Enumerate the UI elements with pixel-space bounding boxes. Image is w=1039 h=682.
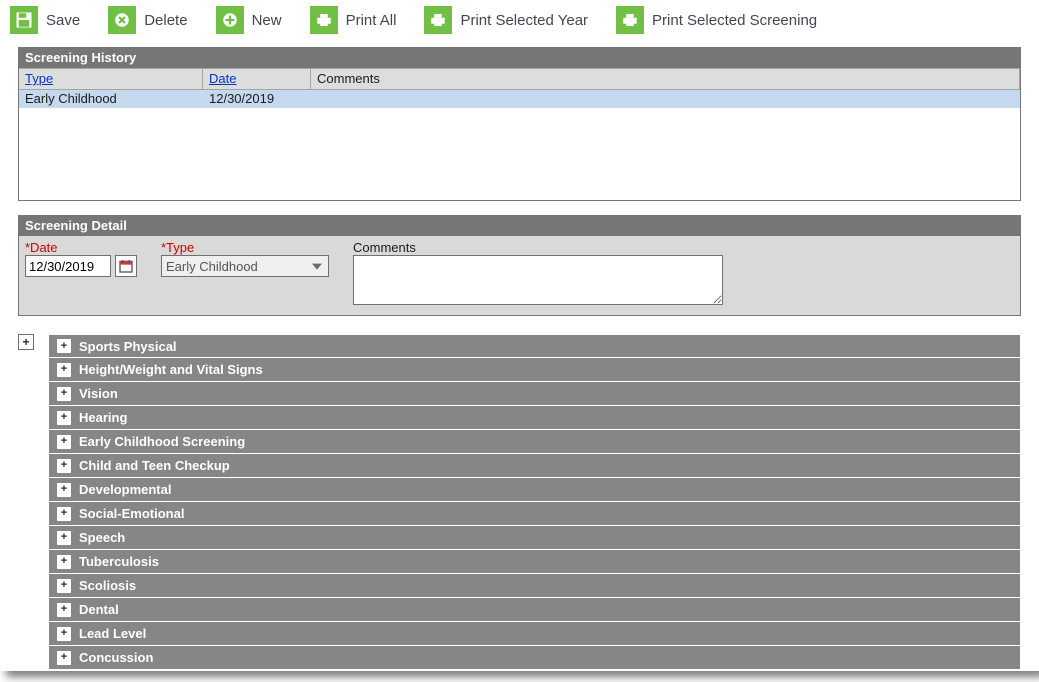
new-button[interactable]: New [216, 6, 282, 34]
delete-label: Delete [144, 12, 187, 29]
date-field: *Date [25, 240, 137, 277]
date-row [25, 255, 137, 277]
accordion-label: Child and Teen Checkup [79, 458, 230, 473]
type-select[interactable]: Early Childhood [161, 255, 329, 277]
expand-all-button[interactable]: + [18, 334, 34, 350]
expand-icon: + [57, 507, 71, 521]
accordion-label: Lead Level [79, 626, 146, 641]
type-select-value: Early Childhood [166, 259, 258, 274]
expand-icon: + [57, 435, 71, 449]
type-label: *Type [161, 240, 329, 255]
comments-field: Comments [353, 240, 723, 305]
save-button[interactable]: Save [10, 6, 80, 34]
history-header-row: Type Date Comments [19, 68, 1020, 90]
accordion-item[interactable]: + Sports Physical [48, 334, 1021, 358]
expand-icon: + [57, 651, 71, 665]
accordion-item[interactable]: + Early Childhood Screening [48, 430, 1021, 454]
detail-body: *Date *Type Early Childhood Commen [19, 236, 1020, 315]
accordion-item[interactable]: + Developmental [48, 478, 1021, 502]
comments-label: Comments [353, 240, 723, 255]
accordion-item[interactable]: + Tuberculosis [48, 550, 1021, 574]
expand-icon: + [57, 579, 71, 593]
accordion-label: Sports Physical [79, 339, 177, 354]
accordion-item[interactable]: + Lead Level [48, 622, 1021, 646]
accordion-label: Height/Weight and Vital Signs [79, 362, 263, 377]
accordion-item[interactable]: + Speech [48, 526, 1021, 550]
screenings-page: Save Delete New Print All Print Selected… [0, 0, 1039, 671]
print-selected-screening-button[interactable]: Print Selected Screening [616, 6, 817, 34]
screening-history-title: Screening History [19, 48, 1020, 68]
type-field: *Type Early Childhood [161, 240, 329, 277]
expand-icon: + [57, 459, 71, 473]
expand-icon: + [57, 603, 71, 617]
history-row[interactable]: Early Childhood 12/30/2019 [19, 90, 1020, 108]
screening-detail-section: Screening Detail *Date *Type Early Child… [18, 215, 1021, 316]
accordion-item[interactable]: + Dental [48, 598, 1021, 622]
accordion-label: Tuberculosis [79, 554, 159, 569]
expand-icon: + [57, 627, 71, 641]
expand-icon: + [57, 555, 71, 569]
history-cell-date: 12/30/2019 [203, 90, 311, 108]
expand-icon: + [57, 531, 71, 545]
accordion-item[interactable]: + Concussion [48, 646, 1021, 670]
history-header-type[interactable]: Type [19, 69, 203, 89]
accordion-item[interactable]: + Hearing [48, 406, 1021, 430]
accordion-label: Early Childhood Screening [79, 434, 245, 449]
accordion-label: Speech [79, 530, 125, 545]
print-all-label: Print All [346, 12, 397, 29]
expand-icon: + [57, 483, 71, 497]
accordion-item[interactable]: + Scoliosis [48, 574, 1021, 598]
printer-icon [310, 6, 338, 34]
accordion-label: Hearing [79, 410, 127, 425]
screening-history-section: Screening History Type Date Comments Ear… [18, 47, 1021, 201]
history-header-date[interactable]: Date [203, 69, 311, 89]
date-label: *Date [25, 240, 137, 255]
expand-icon: + [57, 387, 71, 401]
accordion-list: + Sports Physical + Height/Weight and Vital… [48, 334, 1021, 670]
accordion-left-gutter: + [18, 334, 38, 670]
history-header-comments[interactable]: Comments [311, 69, 1020, 89]
accordion-item[interactable]: + Height/Weight and Vital Signs [48, 358, 1021, 382]
print-screening-label: Print Selected Screening [652, 12, 817, 29]
delete-button[interactable]: Delete [108, 6, 187, 34]
accordion-item[interactable]: + Child and Teen Checkup [48, 454, 1021, 478]
printer-icon [616, 6, 644, 34]
print-selected-year-button[interactable]: Print Selected Year [424, 6, 588, 34]
accordion-label: Dental [79, 602, 119, 617]
print-all-button[interactable]: Print All [310, 6, 397, 34]
printer-icon [424, 6, 452, 34]
new-label: New [252, 12, 282, 29]
calendar-icon[interactable] [115, 255, 137, 277]
accordion-area: + + Sports Physical + Height/Weight and Vit… [18, 334, 1021, 670]
content-area: Screening History Type Date Comments Ear… [0, 47, 1039, 682]
accordion-item[interactable]: + Social-Emotional [48, 502, 1021, 526]
save-label: Save [46, 12, 80, 29]
delete-icon [108, 6, 136, 34]
toolbar: Save Delete New Print All Print Selected… [0, 0, 1039, 43]
history-cell-type: Early Childhood [19, 90, 203, 108]
accordion-label: Vision [79, 386, 118, 401]
expand-icon: + [57, 339, 71, 353]
print-year-label: Print Selected Year [460, 12, 588, 29]
accordion-label: Scoliosis [79, 578, 136, 593]
history-body[interactable]: Early Childhood 12/30/2019 [19, 90, 1020, 200]
save-icon [10, 6, 38, 34]
date-input[interactable] [25, 255, 111, 277]
plus-circle-icon [216, 6, 244, 34]
expand-icon: + [57, 411, 71, 425]
history-cell-comments [311, 90, 1020, 108]
accordion-label: Concussion [79, 650, 153, 665]
expand-icon: + [57, 363, 71, 377]
screening-detail-title: Screening Detail [19, 216, 1020, 236]
accordion-label: Developmental [79, 482, 171, 497]
accordion-label: Social-Emotional [79, 506, 184, 521]
comments-textarea[interactable] [353, 255, 723, 305]
accordion-item[interactable]: + Vision [48, 382, 1021, 406]
